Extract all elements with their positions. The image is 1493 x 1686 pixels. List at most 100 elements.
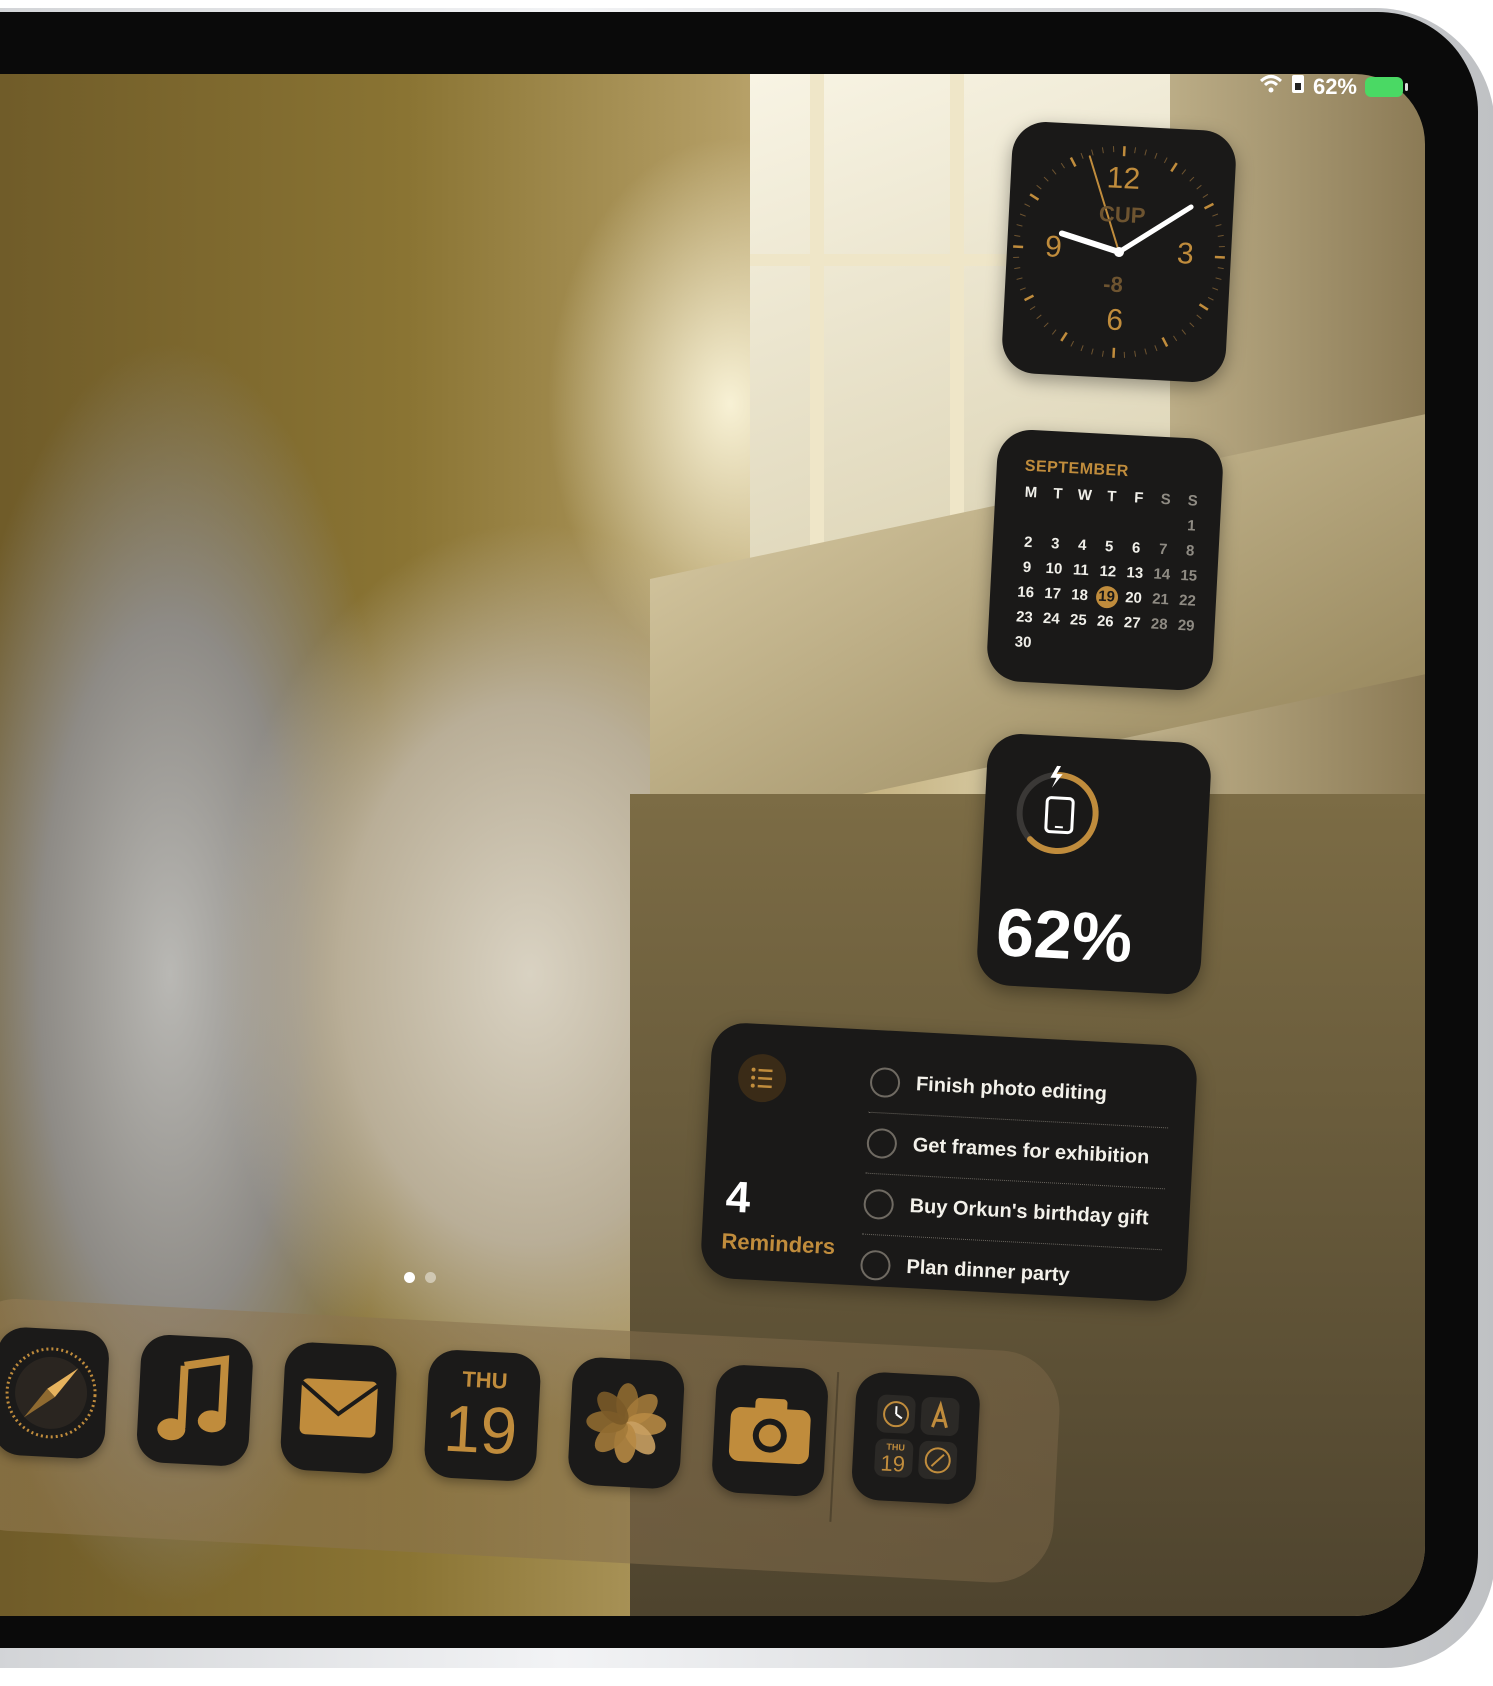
clock-tick (1173, 335, 1178, 342)
wifi-icon (1259, 74, 1283, 100)
calendar-day (1096, 511, 1124, 534)
calendar-day: 5 (1104, 537, 1114, 556)
calendar-day: 25 (1069, 611, 1088, 630)
app-folder[interactable]: THU 19 (850, 1371, 982, 1506)
clock-tick (1170, 162, 1178, 173)
clock-tick (1189, 322, 1195, 328)
clock-tick (1161, 336, 1169, 348)
calendar-weekday: M (1024, 483, 1038, 502)
calendar-day: 13 (1126, 564, 1144, 583)
calendar-day (1150, 513, 1178, 536)
clock-tick (1029, 193, 1040, 201)
safari-icon[interactable] (0, 1326, 111, 1460)
calendar-grid: M T W T F S S 1 2 3 4 5 6 7 8 9 10 11 12 13 14 15 16 17 18 19 20 21… (1009, 481, 1207, 663)
calendar-day: 30 (1014, 633, 1032, 652)
clock-tick (1198, 303, 1209, 311)
calendar-day: 20 (1124, 589, 1143, 607)
reminder-checkbox[interactable] (859, 1249, 892, 1282)
calendar-day: 15 (1180, 566, 1198, 585)
page-dot-1[interactable] (404, 1272, 415, 1283)
ipad-icon (1043, 795, 1075, 840)
calendar-day: 24 (1042, 609, 1061, 628)
clock-tick (1091, 149, 1094, 156)
reminder-text: Plan dinner party (905, 1255, 1071, 1286)
clock-tick (1013, 256, 1020, 259)
calendar-icon[interactable]: THU 19 (423, 1348, 542, 1483)
reminder-text: Buy Orkun's birthday gift (909, 1194, 1150, 1230)
list-icon (736, 1052, 788, 1104)
clock-tick (1069, 156, 1077, 168)
clock-tick (1019, 287, 1026, 291)
clock-city-label: CUP (1098, 200, 1147, 229)
calendar-day: 29 (1177, 616, 1195, 635)
clock-tick (1024, 203, 1031, 208)
calendar-day (1123, 512, 1151, 535)
calendar-weekday: W (1077, 486, 1093, 505)
clock-tick (1043, 176, 1049, 182)
clock-tick (1217, 267, 1224, 270)
clock-offset-label: -8 (1102, 271, 1124, 298)
camera-icon[interactable] (710, 1363, 830, 1498)
clock-tick (1014, 234, 1021, 237)
reminders-count: 4 (724, 1172, 752, 1223)
calendar-day: 8 (1185, 542, 1195, 560)
clock-numeral-9: 9 (1044, 230, 1063, 264)
clock-tick (1215, 277, 1222, 280)
calendar-day (1090, 635, 1118, 658)
mail-icon[interactable] (279, 1341, 398, 1475)
reminders-widget[interactable]: 4 Reminders Finish photo editing Get fra… (699, 1021, 1199, 1303)
calendar-day (1016, 506, 1044, 529)
calendar-day: 3 (1050, 535, 1060, 553)
clock-tick (1154, 345, 1158, 352)
clock-tick (1144, 149, 1147, 156)
calendar-today: 19 (1094, 585, 1119, 609)
clock-tick (1070, 340, 1075, 347)
calendar-weekday: F (1133, 489, 1144, 507)
clock-tick (1207, 296, 1214, 301)
page-indicator[interactable] (404, 1272, 436, 1283)
calendar-day: 21 (1151, 590, 1170, 609)
clock-numeral-3: 3 (1176, 237, 1195, 271)
photos-icon[interactable] (566, 1356, 686, 1490)
clock-tick (1013, 245, 1024, 249)
clock-tick (1051, 169, 1057, 175)
clock-tick (1080, 152, 1084, 159)
reminder-checkbox[interactable] (866, 1127, 898, 1160)
clock-tick (1134, 147, 1137, 154)
calendar-day: 12 (1099, 562, 1117, 581)
page-dot-2[interactable] (425, 1272, 436, 1283)
calendar-weekday: T (1052, 485, 1063, 503)
clock-tick (1218, 245, 1225, 248)
battery-widget[interactable]: 62% (975, 732, 1213, 996)
calendar-day (1144, 638, 1172, 661)
music-icon[interactable] (135, 1333, 255, 1468)
clock-tick (1215, 224, 1222, 227)
clock-tick (1122, 146, 1126, 157)
charging-battery-icon (1365, 77, 1408, 97)
clock-tick (1023, 294, 1035, 302)
calendar-weekday: S (1187, 492, 1199, 510)
clock-tick (1101, 350, 1104, 357)
clock-tick (1080, 345, 1084, 352)
clock-tick (1196, 314, 1202, 320)
clock-widget[interactable]: 12 3 6 9 CUP -8 (1000, 120, 1238, 384)
reminder-checkbox[interactable] (869, 1066, 901, 1099)
dock-divider (829, 1372, 840, 1522)
calendar-day: 7 (1158, 540, 1168, 559)
battery-percent-text: 62% (1312, 74, 1357, 99)
clock-tick (1217, 234, 1224, 237)
calendar-day (1069, 509, 1097, 532)
calendar-day: 17 (1043, 584, 1062, 603)
clock-tick (1036, 314, 1042, 320)
calendar-day: 22 (1178, 591, 1197, 610)
clock-tick (1196, 184, 1202, 190)
calendar-day: 11 (1072, 561, 1090, 580)
clock-tick (1101, 147, 1104, 154)
reminder-checkbox[interactable] (862, 1188, 895, 1221)
clock-tick (1134, 350, 1137, 357)
calendar-day: 18 (1070, 586, 1089, 605)
clock-tick (1214, 255, 1225, 259)
clock-tick (1112, 347, 1116, 358)
calendar-widget[interactable]: SEPTEMBER M T W T F S S 1 2 3 4 5 6 7 8 9 10 11 12 13 14 15 16… (985, 428, 1225, 692)
clock-numeral-12: 12 (1106, 161, 1142, 196)
